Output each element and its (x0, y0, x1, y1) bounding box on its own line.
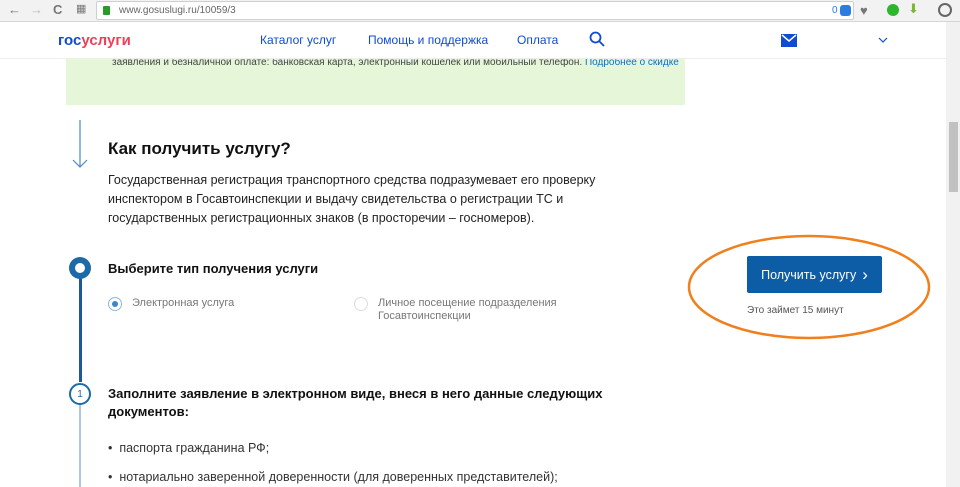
badge-count: 0 (832, 5, 838, 16)
scrollbar-thumb[interactable] (949, 122, 958, 192)
menu-icon[interactable] (938, 3, 952, 17)
radio-label: Электронная услуга (132, 297, 235, 309)
url-text: www.gosuslugi.ru/10059/3 (119, 5, 236, 16)
lock-icon (103, 6, 110, 15)
page-title: Как получить услугу? (108, 139, 291, 158)
site-header: госуслуги Каталог услуг Помощь и поддерж… (0, 22, 946, 59)
mail-icon[interactable] (781, 34, 797, 47)
radio-label: Личное посещение подразделения Госавтоин… (378, 297, 557, 322)
extension-shield-icon[interactable] (840, 5, 851, 16)
browser-toolbar: ← → C ▦ www.gosuslugi.ru/10059/3 0 ♥ ⬇ (0, 0, 960, 22)
radio-unchecked-icon[interactable] (354, 297, 368, 311)
timeline-line-pending (79, 404, 81, 487)
radio-checked-icon[interactable] (108, 297, 122, 311)
back-icon[interactable]: ← (8, 2, 21, 17)
radio-visit[interactable]: Личное посещение подразделения Госавтоин… (354, 297, 584, 323)
reload-icon[interactable]: C (53, 2, 62, 17)
search-icon[interactable] (589, 31, 605, 48)
step-current-icon (69, 257, 91, 279)
nav-catalog[interactable]: Каталог услуг (260, 33, 336, 47)
step-number-badge: 1 (69, 383, 91, 405)
list-item: • паспорта гражданина РФ; (108, 441, 270, 455)
radio-electronic[interactable]: Электронная услуга (108, 297, 234, 311)
apps-icon[interactable]: ▦ (76, 2, 86, 15)
arrow-down-icon (72, 120, 88, 168)
gosuslugi-logo[interactable]: госуслуги (58, 32, 131, 49)
documents-list: • паспорта гражданина РФ; • нотариально … (108, 441, 558, 484)
service-description: Государственная регистрация транспортног… (108, 173, 596, 225)
check-icon[interactable] (887, 4, 899, 16)
address-bar[interactable]: www.gosuslugi.ru/10059/3 0 (96, 1, 854, 20)
list-item: • нотариально заверенной доверенности (д… (108, 470, 558, 484)
chevron-down-icon[interactable] (878, 37, 888, 44)
step-title: Выберите тип получения услуги (108, 261, 319, 276)
heart-icon[interactable]: ♥ (860, 3, 868, 18)
scrollbar[interactable] (946, 22, 960, 487)
nav-help[interactable]: Помощь и поддержка (368, 33, 488, 47)
step-title: Заполните заявление в электронном виде, … (108, 386, 603, 419)
download-icon[interactable]: ⬇ (908, 1, 919, 17)
timeline-line (79, 276, 82, 382)
forward-icon[interactable]: → (30, 2, 43, 17)
highlight-ellipse (687, 234, 931, 340)
nav-payment[interactable]: Оплата (517, 33, 558, 47)
